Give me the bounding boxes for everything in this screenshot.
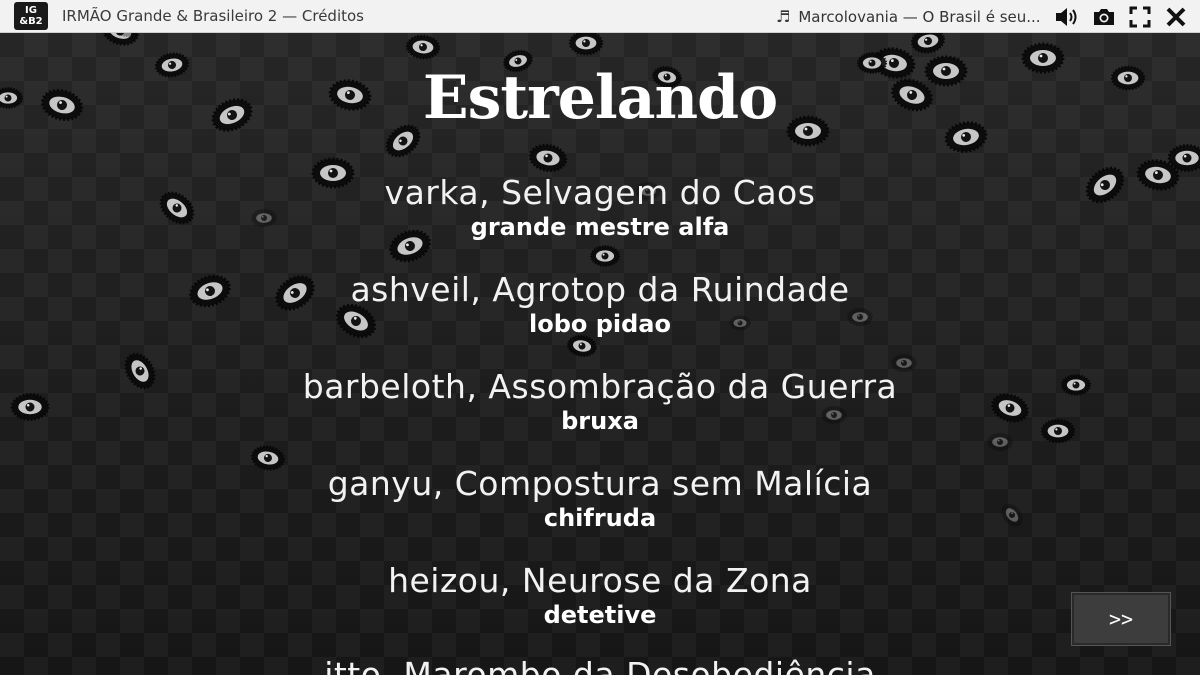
now-playing-text: Marcolovania — O Brasil é seu...: [798, 7, 1041, 26]
credit-entry: ganyu, Compostura sem Malícia chifruda: [0, 464, 1200, 532]
eye-decoration: [568, 33, 604, 56]
skip-button[interactable]: >>: [1071, 592, 1171, 646]
now-playing: ♬ Marcolovania — O Brasil é seu...: [776, 0, 1041, 33]
eye-decoration: [405, 34, 441, 60]
credit-entry: itto, Marombo da Desobediência: [0, 655, 1200, 675]
eye-decoration: [528, 143, 568, 173]
credit-entry: heizou, Neurose da Zona detetive: [0, 561, 1200, 629]
credit-role: lobo pidao: [528, 310, 671, 338]
credit-name: barbeloth, Assombração da Guerra: [302, 367, 898, 406]
eye-decoration: [910, 33, 946, 54]
credit-role: detetive: [543, 601, 657, 629]
close-icon[interactable]: [1163, 4, 1189, 30]
credit-name: itto, Marombo da Desobediência: [324, 655, 876, 675]
credit-name: heizou, Neurose da Zona: [388, 561, 812, 600]
eye-decoration: [589, 245, 621, 267]
credit-role: bruxa: [561, 407, 639, 435]
title-bar: IG &B2 IRMÃO Grande & Brasileiro 2 — Cré…: [0, 0, 1200, 33]
credits-stage: Estrelando varka, Selvagem do Caos grand…: [0, 33, 1200, 675]
credit-role: grande mestre alfa: [470, 213, 730, 241]
credits-heading: Estrelando: [422, 63, 778, 133]
credit-name: ashveil, Agrotop da Ruindade: [350, 270, 850, 309]
logo-line-2: &B2: [19, 16, 43, 27]
credit-entry: ashveil, Agrotop da Ruindade lobo pidao: [0, 270, 1200, 338]
volume-icon[interactable]: [1054, 4, 1080, 30]
fullscreen-icon[interactable]: [1127, 4, 1153, 30]
credit-name: varka, Selvagem do Caos: [384, 173, 816, 212]
app-logo: IG &B2: [14, 2, 48, 30]
logo-line-1: IG: [25, 5, 37, 16]
window-title: IRMÃO Grande & Brasileiro 2 — Créditos: [62, 7, 364, 25]
credit-entry: barbeloth, Assombração da Guerra bruxa: [0, 367, 1200, 435]
camera-icon[interactable]: [1091, 4, 1117, 30]
eye-decoration: [101, 33, 139, 46]
credit-name: ganyu, Compostura sem Malícia: [327, 464, 873, 503]
credit-role: chifruda: [543, 504, 657, 532]
eye-decoration: [1167, 144, 1200, 172]
credit-entry: varka, Selvagem do Caos grande mestre al…: [0, 173, 1200, 241]
music-note-icon: ♬: [776, 7, 791, 26]
eye-decoration: [987, 432, 1013, 452]
